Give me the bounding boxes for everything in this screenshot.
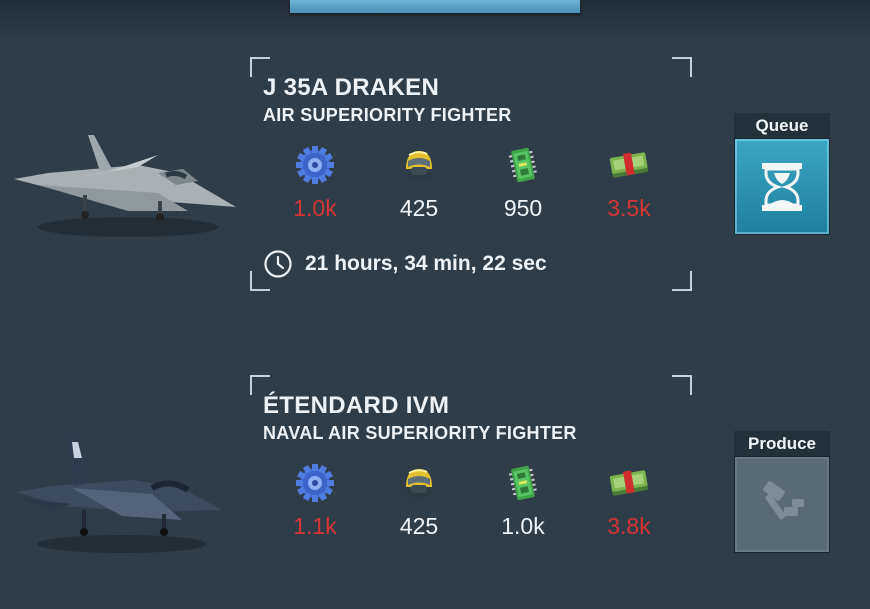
- cost-parts: 1.0k: [280, 145, 350, 222]
- gear-parts-icon: [293, 145, 337, 185]
- cost-value: 3.8k: [607, 513, 651, 539]
- card-corner: [672, 57, 692, 77]
- cost-value: 950: [503, 195, 543, 221]
- pilot-helmet-icon: [397, 145, 441, 185]
- cost-value: 1.0k: [293, 195, 337, 221]
- unit-name: J 35A DRAKEN: [263, 74, 440, 101]
- active-tab-indicator[interactable]: [290, 0, 580, 13]
- cost-pilots: 425: [384, 463, 454, 540]
- cost-value: 425: [399, 513, 439, 539]
- card-corner: [672, 271, 692, 291]
- clock-icon: [263, 249, 293, 279]
- circuit-board-icon: [501, 145, 545, 185]
- cost-electronics: 1.0k: [488, 463, 558, 540]
- cost-electronics: 950: [488, 145, 558, 222]
- j35a-draken-aircraft-image: [8, 115, 243, 245]
- unit-name: ÉTENDARD IVM: [263, 392, 450, 419]
- cost-cash: 3.5k: [594, 145, 664, 222]
- cash-stack-icon: [607, 463, 651, 503]
- cost-parts: 1.1k: [280, 463, 350, 540]
- produce-button[interactable]: [734, 456, 830, 553]
- cost-value: 1.0k: [501, 513, 545, 539]
- gear-parts-icon: [293, 463, 337, 503]
- production-time: 21 hours, 34 min, 22 sec: [305, 252, 547, 275]
- hammer-icon: [752, 475, 812, 535]
- cost-value: 1.1k: [293, 513, 337, 539]
- etendard-ivm-aircraft-image: [12, 428, 227, 558]
- card-corner: [672, 375, 692, 395]
- circuit-board-icon: [501, 463, 545, 503]
- queue-label: Queue: [734, 113, 830, 138]
- queue-button[interactable]: [734, 138, 830, 235]
- hourglass-icon: [752, 157, 812, 217]
- cost-value: 425: [399, 195, 439, 221]
- cost-value: 3.5k: [607, 195, 651, 221]
- cost-cash: 3.8k: [594, 463, 664, 540]
- unit-role: AIR SUPERIORITY FIGHTER: [263, 105, 512, 125]
- produce-label: Produce: [734, 431, 830, 456]
- unit-card-j35a-draken: J 35A DRAKEN AIR SUPERIORITY FIGHTER 1.0…: [250, 57, 692, 291]
- produce-action: Produce: [734, 431, 830, 553]
- cost-pilots: 425: [384, 145, 454, 222]
- cash-stack-icon: [607, 145, 651, 185]
- pilot-helmet-icon: [397, 463, 441, 503]
- unit-card-etendard-ivm: ÉTENDARD IVM NAVAL AIR SUPERIORITY FIGHT…: [250, 375, 692, 609]
- queue-action: Queue: [734, 113, 830, 235]
- unit-role: NAVAL AIR SUPERIORITY FIGHTER: [263, 423, 577, 443]
